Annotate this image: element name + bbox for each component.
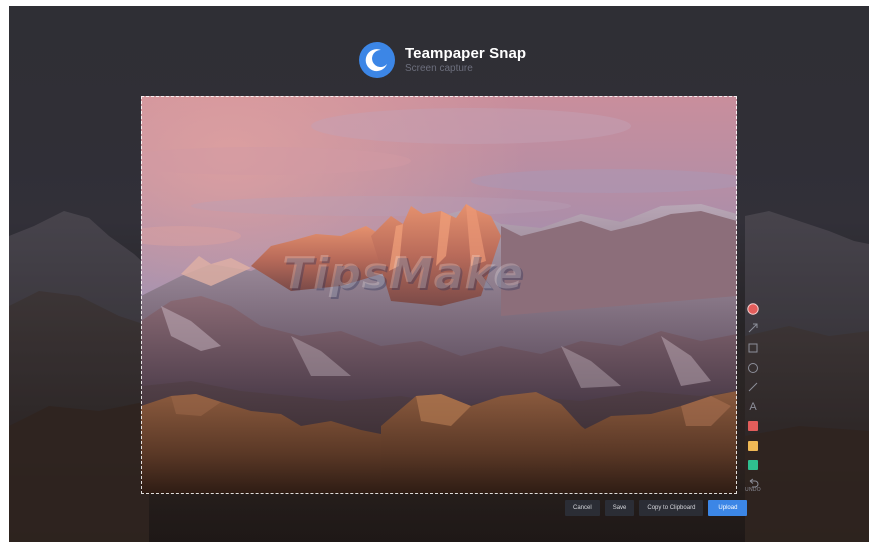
copy-to-clipboard-button[interactable]: Copy to Clipboard <box>639 500 704 516</box>
record-dot-icon[interactable] <box>744 300 762 318</box>
cancel-button[interactable]: Cancel <box>565 500 600 516</box>
swatch-red <box>748 421 758 431</box>
action-bar: Cancel Save Copy to Clipboard Upload <box>565 500 748 516</box>
app-title: Teampaper Snap <box>405 45 527 62</box>
app-header: Teampaper Snap Screen capture <box>359 40 619 84</box>
color-red-swatch[interactable] <box>744 417 762 435</box>
save-button[interactable]: Save <box>604 500 635 516</box>
color-green-swatch[interactable] <box>744 456 762 474</box>
line-icon[interactable] <box>744 378 762 396</box>
rectangle-icon[interactable] <box>744 339 762 357</box>
circle-icon[interactable] <box>744 359 762 377</box>
app-subtitle: Screen capture <box>405 63 473 74</box>
moon-logo-icon <box>359 42 395 78</box>
swatch-green <box>748 460 758 470</box>
window-frame: Teampaper Snap Screen capture TipsMake A… <box>0 0 869 546</box>
watermark-text: TipsMake <box>282 248 524 299</box>
color-yellow-swatch[interactable] <box>744 437 762 455</box>
text-icon[interactable]: A <box>744 398 762 416</box>
undo-label: UNDO <box>745 487 761 493</box>
arrow-icon[interactable] <box>744 319 762 337</box>
annotation-toolbar: A UNDO <box>742 300 764 496</box>
upload-button[interactable]: Upload <box>708 500 748 516</box>
text-tool-label: A <box>749 400 757 413</box>
swatch-yellow <box>748 441 758 451</box>
